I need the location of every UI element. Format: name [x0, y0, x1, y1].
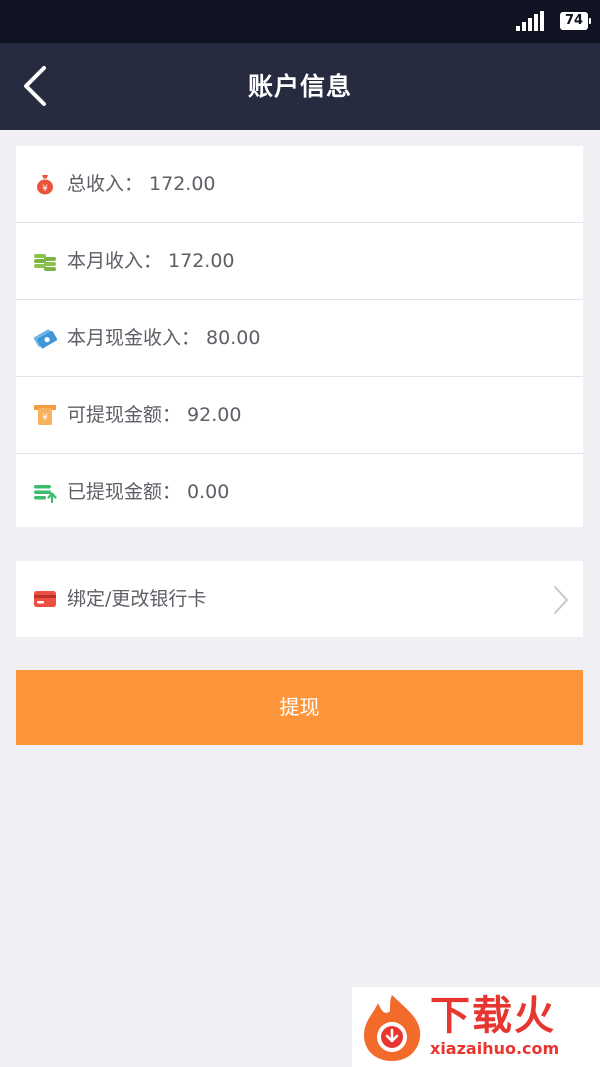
signal-icon	[516, 11, 548, 31]
coins-icon	[34, 254, 56, 271]
bind-bank-card-row[interactable]: 绑定/更改银行卡	[16, 561, 583, 637]
watermark-brand-en: xiazaihuo.com	[430, 1039, 560, 1058]
svg-text:¥: ¥	[42, 413, 48, 423]
account-info-card: ¥ 总收入： 172.00 本月收入： 172.00 本月现金收入： 80.00	[16, 146, 583, 527]
withdrawn-amount-row: 已提现金额： 0.00	[16, 454, 583, 530]
monthly-cash-income-text: 本月现金收入： 80.00	[67, 327, 261, 349]
status-bar: 74	[0, 0, 600, 43]
withdrawn-icon	[34, 485, 57, 504]
nav-bar: 账户信息	[0, 43, 600, 130]
monthly-cash-income-row: 本月现金收入： 80.00	[16, 300, 583, 377]
withdraw-button[interactable]: 提现	[16, 670, 583, 745]
withdrawable-amount-row: ¥ 可提现金额： 92.00	[16, 377, 583, 454]
cash-bills-icon	[33, 329, 57, 349]
bank-card-icon	[34, 591, 56, 607]
page-title: 账户信息	[247, 72, 352, 101]
monthly-income-text: 本月收入： 172.00	[67, 250, 235, 272]
flame-logo-icon	[364, 995, 421, 1061]
chevron-right-icon	[554, 586, 568, 614]
watermark-logo: 下载火 xiazaihuo.com	[352, 987, 600, 1067]
withdrawn-amount-text: 已提现金额： 0.00	[67, 481, 230, 503]
bind-bank-card-label: 绑定/更改银行卡	[67, 588, 207, 610]
total-income-text: 总收入： 172.00	[67, 173, 216, 195]
withdrawable-icon: ¥	[34, 405, 56, 425]
total-income-row: ¥ 总收入： 172.00	[16, 146, 583, 223]
withdrawable-amount-text: 可提现金额： 92.00	[67, 404, 242, 426]
watermark-brand-cn: 下载火	[430, 993, 556, 1039]
money-bag-icon: ¥	[37, 175, 53, 195]
battery-indicator: 74	[560, 12, 591, 30]
monthly-income-row: 本月收入： 172.00	[16, 223, 583, 300]
svg-text:¥: ¥	[42, 184, 48, 194]
